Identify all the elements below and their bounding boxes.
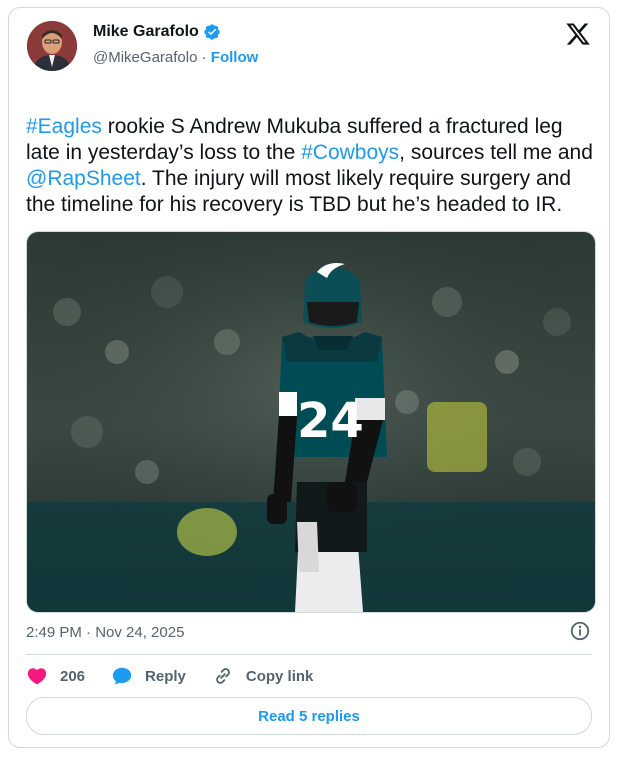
- football-player-photo: 24: [27, 232, 595, 612]
- read-replies-label: Read 5 replies: [258, 707, 360, 725]
- read-replies-button[interactable]: Read 5 replies: [26, 697, 592, 735]
- link-icon: [216, 668, 230, 684]
- author-name[interactable]: Mike Garafolo: [93, 23, 199, 41]
- heart-icon: [27, 668, 47, 685]
- reply-label: Reply: [145, 667, 186, 685]
- hashtag-cowboys[interactable]: #Cowboys: [301, 141, 399, 164]
- tweet-card: Mike Garafolo @MikeGarafolo · Follow #Ea…: [8, 7, 610, 748]
- reply-button[interactable]: Reply: [111, 665, 186, 687]
- copy-link-label: Copy link: [245, 667, 314, 685]
- tweet-text-part: , sources tell me and: [399, 141, 593, 164]
- info-icon[interactable]: [569, 620, 591, 642]
- tweet-timestamp[interactable]: 2:49 PM · Nov 24, 2025: [26, 624, 184, 641]
- tweet-text: #Eagles rookie S Andrew Mukuba suffered …: [26, 88, 601, 218]
- like-count: 206: [60, 667, 86, 685]
- handle-separator: ·: [197, 49, 211, 66]
- copy-link-button[interactable]: Copy link: [212, 665, 314, 687]
- x-logo-icon[interactable]: [565, 21, 591, 47]
- follow-button[interactable]: Follow: [211, 49, 259, 66]
- avatar-image: [27, 21, 77, 71]
- divider: [26, 654, 592, 655]
- author-name-row: Mike Garafolo: [93, 23, 221, 41]
- avatar[interactable]: [27, 21, 77, 71]
- action-bar: 206 Reply Copy link: [26, 664, 339, 688]
- mention-rapsheet[interactable]: @RapSheet: [26, 167, 141, 190]
- author-handle[interactable]: @MikeGarafolo: [93, 49, 197, 66]
- author-handle-row: @MikeGarafolo · Follow: [93, 49, 258, 66]
- verified-badge-icon: [204, 24, 220, 40]
- jersey-number: 24: [297, 393, 364, 449]
- like-button[interactable]: 206: [26, 665, 85, 687]
- tweet-photo[interactable]: 24: [26, 231, 596, 613]
- hashtag-eagles[interactable]: #Eagles: [26, 115, 102, 138]
- reply-bubble-icon: [112, 667, 132, 685]
